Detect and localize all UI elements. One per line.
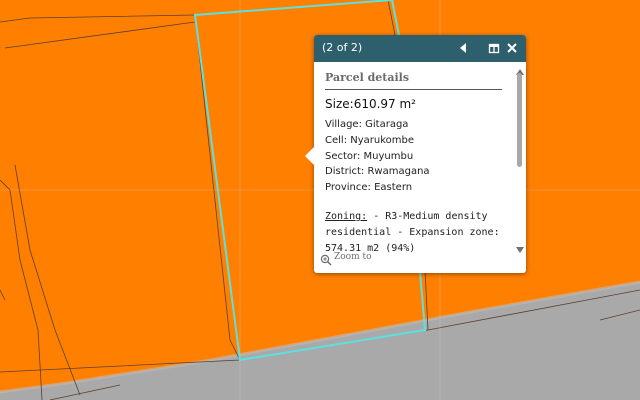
close-button[interactable] [506, 40, 518, 59]
parcel-popup: (2 of 2) Parcel details Size:610.97 m² V… [305, 35, 526, 273]
scrollbar-thumb[interactable] [517, 73, 522, 167]
scroll-down-arrow[interactable] [515, 239, 525, 258]
dock-popup-button[interactable] [488, 40, 500, 59]
previous-icon [460, 43, 466, 53]
popup-title: Parcel details [325, 71, 502, 90]
dock-icon [488, 43, 500, 54]
zoom-in-icon [320, 254, 332, 266]
previous-feature-button[interactable] [458, 40, 468, 59]
popup-content-scroll-area: Parcel details Size:610.97 m² Village: G… [314, 62, 514, 256]
zoning-info: Zoning: - R3-Medium density residential … [325, 209, 503, 256]
popup-content[interactable]: Parcel details Size:610.97 m² Village: G… [314, 62, 514, 282]
zoning-label: Zoning: [325, 211, 368, 222]
field-province: Province: Eastern [325, 182, 413, 194]
field-cell: Cell: Nyarukombe [325, 134, 415, 146]
chevron-down-icon [516, 247, 524, 253]
parcel-size: Size:610.97 m² [325, 97, 416, 111]
size-label: Size: [325, 97, 354, 111]
zoom-to-link[interactable]: Zoom to [320, 251, 372, 270]
popup-pointer [305, 147, 314, 165]
close-icon [507, 43, 517, 53]
field-sector: Sector: Muyumbu [325, 150, 414, 162]
field-village: Village: Gitaraga [325, 119, 409, 130]
size-value: 610.97 m² [353, 97, 416, 111]
field-district: District: Rwamagana [325, 166, 430, 178]
zoom-to-label: Zoom to [334, 252, 372, 262]
popup-feature-count: (2 of 2) [322, 41, 363, 54]
popup-header: (2 of 2) [314, 35, 526, 62]
parcel-fields: Village: Gitaraga Cell: Nyarukombe Secto… [325, 117, 430, 196]
